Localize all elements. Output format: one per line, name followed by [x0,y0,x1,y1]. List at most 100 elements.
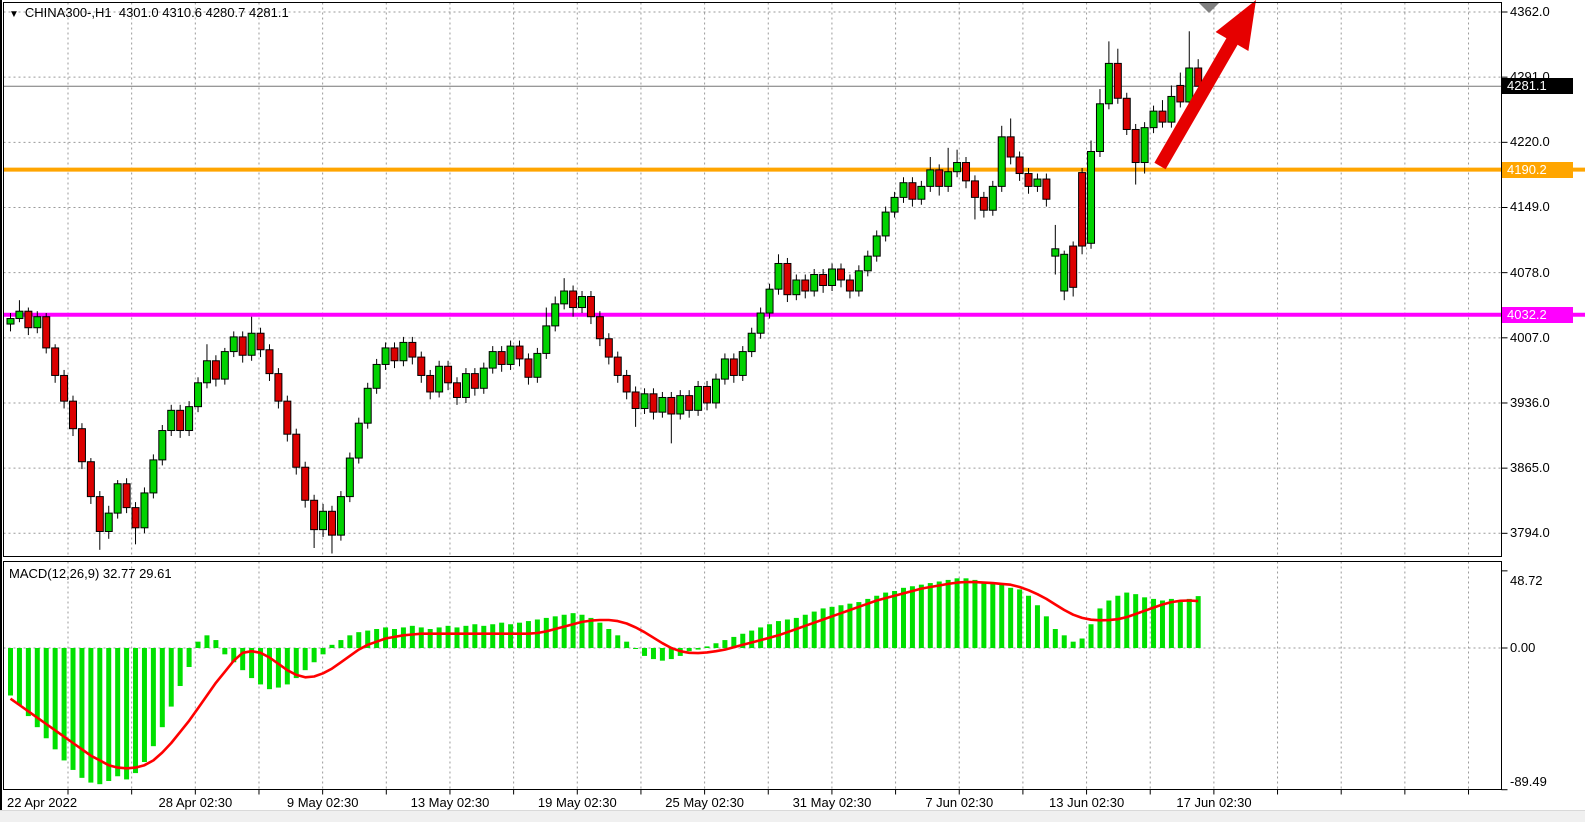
status-strip [0,810,1585,822]
candle-body [632,392,639,409]
candle-body [623,375,630,392]
macd-histogram-bar [428,629,433,648]
macd-histogram-bar [1008,588,1013,648]
macd-histogram-bar [821,608,826,648]
candle-body [587,297,594,317]
candle-body [400,342,407,360]
time-tick-label: 28 Apr 02:30 [158,795,232,810]
macd-histogram-bar [1169,599,1174,648]
resistance-badge: 4190.2 [1502,162,1573,178]
time-tick-label: 7 Jun 02:30 [925,795,993,810]
candle-body [721,359,728,379]
macd-histogram-bar [606,629,611,648]
candle-body [302,467,309,500]
macd-histogram-bar [437,627,442,648]
macd-histogram-bar [651,648,656,659]
candle-body [195,383,202,407]
macd-histogram-bar [588,618,593,648]
macd-histogram-bar [276,648,281,688]
candle-body [748,333,755,351]
macd-histogram-bar [508,624,513,648]
macd-histogram-bar [124,648,129,779]
candle-body [445,366,452,383]
macd-histogram-bar [1017,589,1022,648]
macd-histogram-bar [1053,629,1058,648]
macd-histogram-bar [481,626,486,648]
macd-histogram-bar [267,648,272,689]
candle-body [141,493,148,528]
macd-histogram-bar [196,642,201,648]
candle-body [980,197,987,210]
macd-histogram-bar [213,640,218,648]
candle-body [1132,129,1139,162]
macd-histogram-bar [79,648,84,778]
candle-body [864,256,871,271]
candle-body [561,291,568,304]
candle-body [364,388,371,423]
candle-body [1186,68,1193,102]
macd-histogram-bar [803,615,808,648]
macd-histogram-bar [160,648,165,727]
candle-body [650,394,657,412]
candle-body [1016,157,1023,174]
candle-body [355,423,362,458]
macd-histogram-bar [1062,635,1067,648]
macd-histogram-bar [749,631,754,648]
chart-window: ▼CHINA300-,H1 4301.0 4310.6 4280.7 4281.… [0,0,1585,822]
candle-body [1168,96,1175,122]
chart-canvas[interactable] [0,0,1585,822]
macd-histogram-bar [115,648,120,776]
candle-body [1070,246,1077,287]
candle-body [480,368,487,388]
candle-body [811,274,818,291]
macd-histogram-bar [329,645,334,648]
candle-body [203,361,210,383]
time-tick-label: 31 May 02:30 [793,795,872,810]
macd-histogram-bar [499,623,504,648]
time-tick-label: 13 Jun 02:30 [1049,795,1124,810]
macd-histogram-bar [517,623,522,648]
macd-histogram-bar [338,640,343,648]
candle-body [70,401,77,429]
candle-body [998,137,1005,187]
candle-body [123,484,130,508]
macd-histogram-bar [722,640,727,648]
candle-body [954,163,961,172]
macd-histogram-bar [696,648,701,650]
candle-body [802,280,809,291]
candle-body [382,348,389,365]
candle-body [730,359,737,376]
macd-histogram-bar [705,646,710,648]
symbol-dropdown-icon[interactable]: ▼ [9,9,19,20]
candle-body [534,353,541,377]
macd-histogram-bar [830,607,835,648]
macd-histogram-bar [919,585,924,648]
candle-body [293,434,300,467]
macd-histogram-bar [981,581,986,648]
candle-body [1141,128,1148,163]
current-price-badge: 4281.1 [1502,78,1573,94]
candle-body [239,337,246,355]
candle-body [909,183,916,200]
candle-body [757,313,764,333]
candle-body [150,460,157,493]
candle-body [25,311,32,328]
candle-body [159,431,166,460]
time-tick-label: 19 May 02:30 [538,795,617,810]
price-tick-label: 3794.0 [1510,525,1550,540]
macd-histogram-bar [106,648,111,781]
candle-body [61,375,68,401]
macd-histogram-bar [937,581,942,648]
candle-body [784,263,791,294]
candle-body [659,397,666,412]
macd-histogram-bar [455,627,460,648]
candle-body [462,374,469,398]
candle-body [927,170,934,187]
macd-histogram-bar [624,642,629,648]
time-tick-label: 25 May 02:30 [665,795,744,810]
price-tick-label: 3936.0 [1510,395,1550,410]
macd-histogram-bar [892,591,897,648]
macd-histogram-bar [633,648,638,649]
candle-body [212,361,219,379]
candle-body [891,197,898,212]
